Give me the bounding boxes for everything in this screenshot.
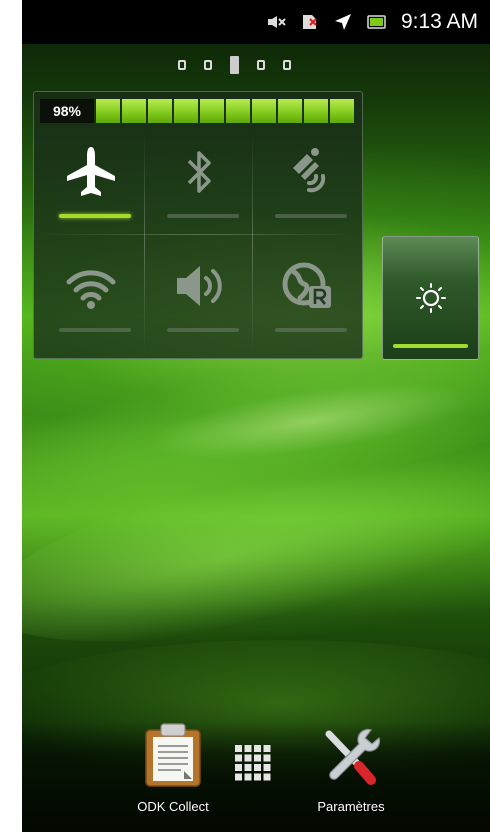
clock: 9:13 AM xyxy=(400,10,478,33)
battery-segment xyxy=(174,99,198,123)
gps-icon xyxy=(254,144,360,200)
battery-level-bar xyxy=(94,99,354,123)
page-dot-current[interactable] xyxy=(230,56,239,74)
bluetooth-icon xyxy=(146,144,252,200)
brightness-indicator xyxy=(393,344,468,348)
app-grid-icon xyxy=(233,743,273,788)
battery-meter: 98% xyxy=(40,99,354,123)
status-bar: 9:13 AM xyxy=(22,0,490,44)
battery-segment xyxy=(278,99,302,123)
brightness-widget[interactable] xyxy=(382,236,479,360)
airplane-icon xyxy=(38,144,144,200)
toggle-sound[interactable] xyxy=(146,252,252,342)
divider xyxy=(144,132,145,352)
app-odk-collect[interactable]: ODK Collect xyxy=(118,722,228,814)
battery-segment xyxy=(148,99,172,123)
dock: ODK Collect Paramètres xyxy=(22,722,490,832)
toggle-indicator xyxy=(59,214,131,218)
toggle-indicator xyxy=(275,328,347,332)
battery-segment xyxy=(304,99,328,123)
wifi-icon xyxy=(38,258,144,314)
toggle-gps[interactable] xyxy=(254,138,360,228)
tools-icon xyxy=(319,722,383,793)
vibrate-muted-icon xyxy=(267,15,287,29)
toggle-indicator xyxy=(275,214,347,218)
battery-segment xyxy=(330,99,354,123)
toggle-bluetooth[interactable] xyxy=(146,138,252,228)
clipboard-icon xyxy=(143,722,203,793)
sound-icon xyxy=(146,258,252,314)
airplane-mode-icon xyxy=(333,12,353,32)
page-dot[interactable] xyxy=(178,60,186,70)
divider xyxy=(40,234,356,235)
battery-segment xyxy=(122,99,146,123)
app-label: Paramètres xyxy=(317,799,385,814)
divider xyxy=(252,132,253,352)
toggle-indicator xyxy=(59,328,131,332)
toggle-indicator xyxy=(167,328,239,332)
toggle-wifi[interactable] xyxy=(38,252,144,342)
battery-segment xyxy=(200,99,224,123)
no-sim-icon xyxy=(301,13,319,31)
home-screen: 9:13 AM 98% ODK Collect Paramètres xyxy=(22,0,490,832)
page-dot[interactable] xyxy=(204,60,212,70)
battery-segment xyxy=(226,99,250,123)
toggle-data-roaming[interactable] xyxy=(254,252,360,342)
battery-percent: 98% xyxy=(40,99,94,123)
page-dot[interactable] xyxy=(283,60,291,70)
toggle-airplane[interactable] xyxy=(38,138,144,228)
power-control-widget: 98% xyxy=(33,91,363,359)
app-label: ODK Collect xyxy=(137,799,209,814)
app-drawer-button[interactable] xyxy=(233,743,273,788)
battery-icon xyxy=(367,15,387,29)
page-dot[interactable] xyxy=(257,60,265,70)
battery-segment xyxy=(96,99,120,123)
brightness-icon xyxy=(383,283,478,313)
data-roaming-icon xyxy=(254,258,360,314)
toggle-indicator xyxy=(167,214,239,218)
battery-segment xyxy=(252,99,276,123)
app-parametres[interactable]: Paramètres xyxy=(296,722,406,814)
page-indicator[interactable] xyxy=(178,56,291,74)
